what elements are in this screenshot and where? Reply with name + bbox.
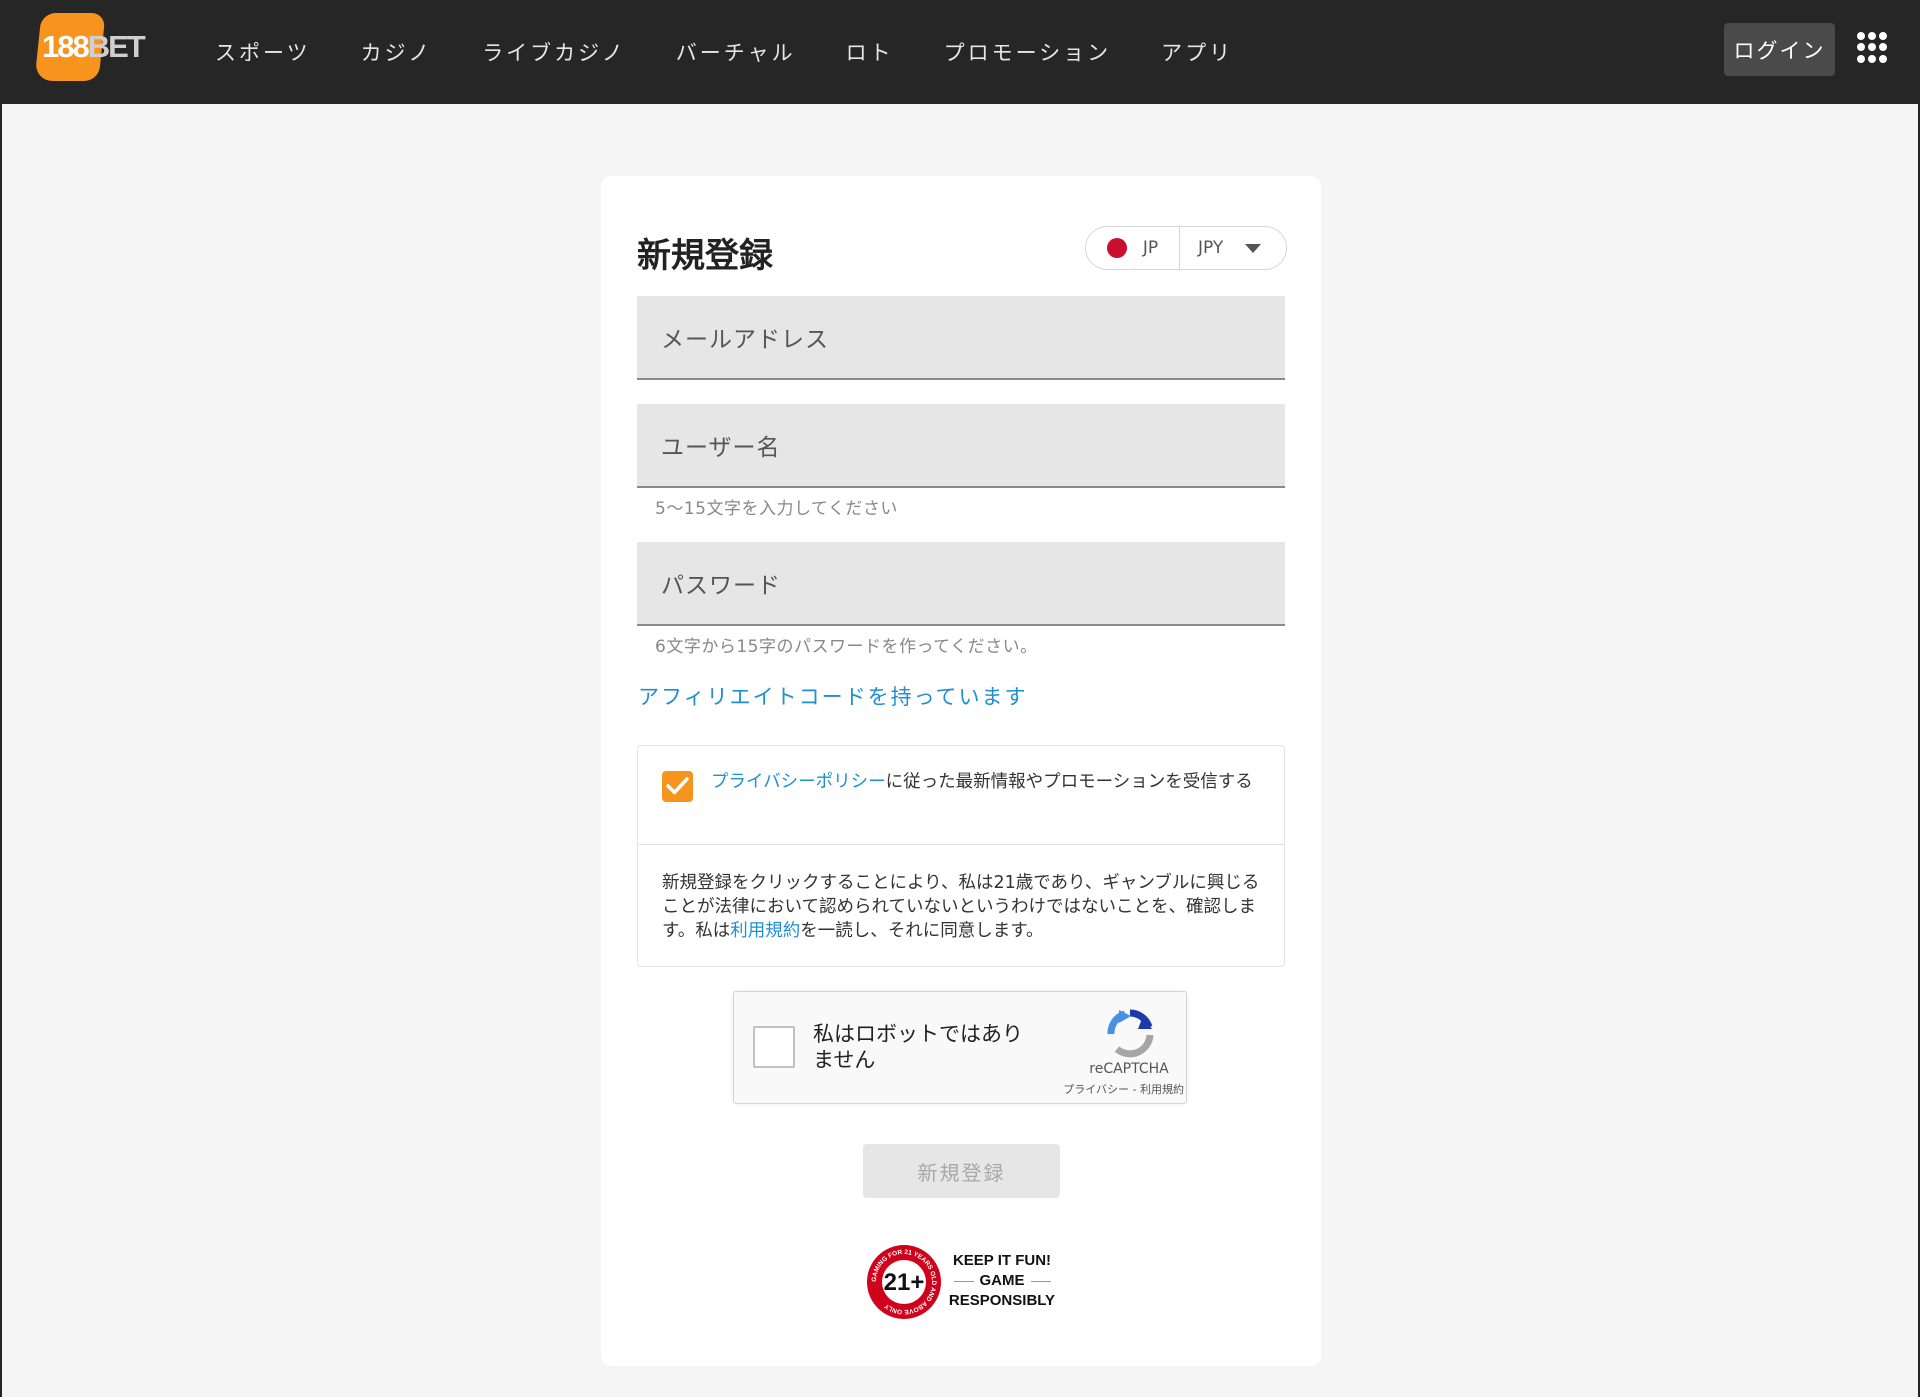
nav-item-app[interactable]: アプリ — [1161, 37, 1233, 67]
recaptcha-brand: reCAPTCHA — [1089, 1061, 1169, 1077]
country-code: JP — [1142, 238, 1159, 258]
consent-box: プライバシーポリシーに従った最新情報やプロモーションを受信する 新規登録をクリッ… — [637, 745, 1285, 967]
nav-item-lotto[interactable]: ロト — [846, 37, 894, 67]
currency-code: JPY — [1198, 238, 1224, 258]
username-hint: 5〜15文字を入力してください — [655, 499, 898, 519]
nav-item-promotions[interactable]: プロモーション — [944, 37, 1112, 67]
consent-rest-text: に従った最新情報やプロモーションを受信する — [885, 772, 1253, 792]
marketing-consent-checkbox[interactable] — [662, 771, 693, 802]
app-grid-icon[interactable] — [1857, 32, 1888, 63]
terms-of-use-link[interactable]: 利用規約 — [730, 921, 800, 941]
rg-line-2: GAME — [979, 1272, 1025, 1289]
age-badge-number: 21+ — [884, 1269, 925, 1296]
registration-card: 新規登録 JP JPY メールアドレス ユーザー名 5〜15文字を入力してくださ… — [601, 176, 1321, 1366]
japan-flag-icon — [1106, 238, 1127, 258]
recaptcha-widget: 私はロボットではありません reCAPTCHA プライバシー - 利用規約 — [733, 991, 1187, 1104]
privacy-policy-link[interactable]: プライバシーポリシー — [711, 772, 886, 792]
top-header: 188BET スポーツ カジノ ライブカジノ バーチャル ロト プロモーション … — [0, 0, 1920, 104]
login-button[interactable]: ログイン — [1724, 23, 1835, 76]
username-input[interactable]: ユーザー名 — [637, 404, 1285, 488]
marketing-consent-row: プライバシーポリシーに従った最新情報やプロモーションを受信する — [638, 746, 1284, 845]
chevron-down-icon — [1245, 243, 1262, 253]
marketing-consent-text: プライバシーポリシーに従った最新情報やプロモーションを受信する — [711, 770, 1267, 794]
rg-line-1: KEEP IT FUN! — [952, 1252, 1052, 1269]
country-selector[interactable]: JP — [1086, 227, 1180, 269]
recaptcha-checkbox[interactable] — [753, 1026, 795, 1068]
terms-text: 新規登録をクリックすることにより、私は21歳であり、ギャンブルに興じることが法律… — [662, 871, 1266, 943]
password-input[interactable]: パスワード — [637, 542, 1285, 626]
nav-item-virtual[interactable]: バーチャル — [676, 37, 796, 67]
terms-after-text: を一読し、それに同意します。 — [800, 921, 1044, 941]
recaptcha-links[interactable]: プライバシー - 利用規約 — [1034, 1081, 1184, 1097]
checkmark-icon — [666, 777, 689, 795]
age-21-badge-icon: GAMING FOR 21 YEARS OLD AND ABOVE ONLY 2… — [867, 1245, 941, 1319]
recaptcha-label: 私はロボットではありません — [813, 1022, 1023, 1072]
brand-logo[interactable]: 188BET — [34, 13, 148, 81]
logo-number: 188 — [42, 29, 90, 64]
email-input[interactable]: メールアドレス — [637, 296, 1285, 380]
currency-selector[interactable]: JPY — [1180, 227, 1286, 269]
main-nav: スポーツ カジノ ライブカジノ バーチャル ロト プロモーション アプリ — [215, 0, 1283, 104]
rg-line-2-wrap: GAME — [947, 1271, 1057, 1291]
recaptcha-logo-icon — [1107, 1009, 1154, 1058]
password-hint: 6文字から15字のパスワードを作ってください。 — [655, 637, 1038, 657]
nav-item-casino[interactable]: カジノ — [361, 37, 433, 67]
nav-item-live-casino[interactable]: ライブカジノ — [482, 37, 626, 67]
logo-text: 188BET — [42, 29, 146, 65]
nav-item-sports[interactable]: スポーツ — [215, 37, 311, 67]
locale-selector: JP JPY — [1085, 226, 1287, 270]
rg-line-3: RESPONSIBLY — [948, 1292, 1056, 1309]
register-button[interactable]: 新規登録 — [863, 1144, 1060, 1198]
logo-bet: BET — [87, 29, 146, 64]
page-title: 新規登録 — [637, 236, 773, 276]
responsible-gaming-text: KEEP IT FUN! GAME RESPONSIBLY — [947, 1251, 1057, 1311]
window-left-border — [0, 0, 2, 1397]
affiliate-code-link[interactable]: アフィリエイトコードを持っています — [638, 681, 1028, 711]
